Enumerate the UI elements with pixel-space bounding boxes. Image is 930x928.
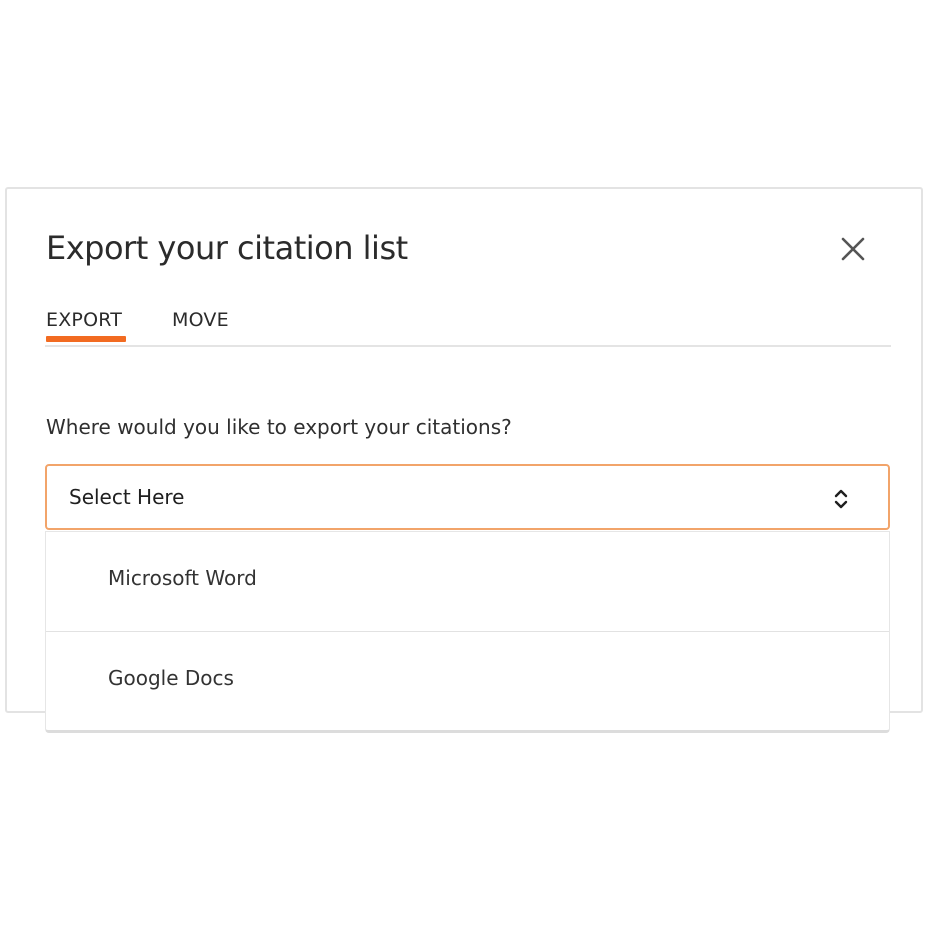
option-label: Microsoft Word: [108, 566, 257, 590]
active-tab-indicator: [46, 336, 126, 342]
export-prompt: Where would you like to export your cita…: [46, 415, 512, 439]
option-google-docs[interactable]: Google Docs: [46, 631, 889, 731]
close-button[interactable]: [835, 231, 871, 267]
close-icon: [835, 231, 871, 267]
option-microsoft-word[interactable]: Microsoft Word: [46, 532, 889, 631]
page: Export your citation list EXPORT MOVE Wh…: [0, 0, 930, 928]
tab-move[interactable]: MOVE: [172, 309, 229, 331]
select-value: Select Here: [69, 485, 185, 509]
export-options-list: Microsoft Word Google Docs: [45, 531, 890, 733]
chevron-up-down-icon: [831, 485, 851, 513]
tab-bar: EXPORT MOVE: [45, 305, 891, 347]
dialog-title: Export your citation list: [46, 229, 408, 267]
tab-export[interactable]: EXPORT: [46, 309, 122, 331]
export-destination-select[interactable]: Select Here: [45, 464, 890, 530]
option-label: Google Docs: [108, 666, 234, 690]
